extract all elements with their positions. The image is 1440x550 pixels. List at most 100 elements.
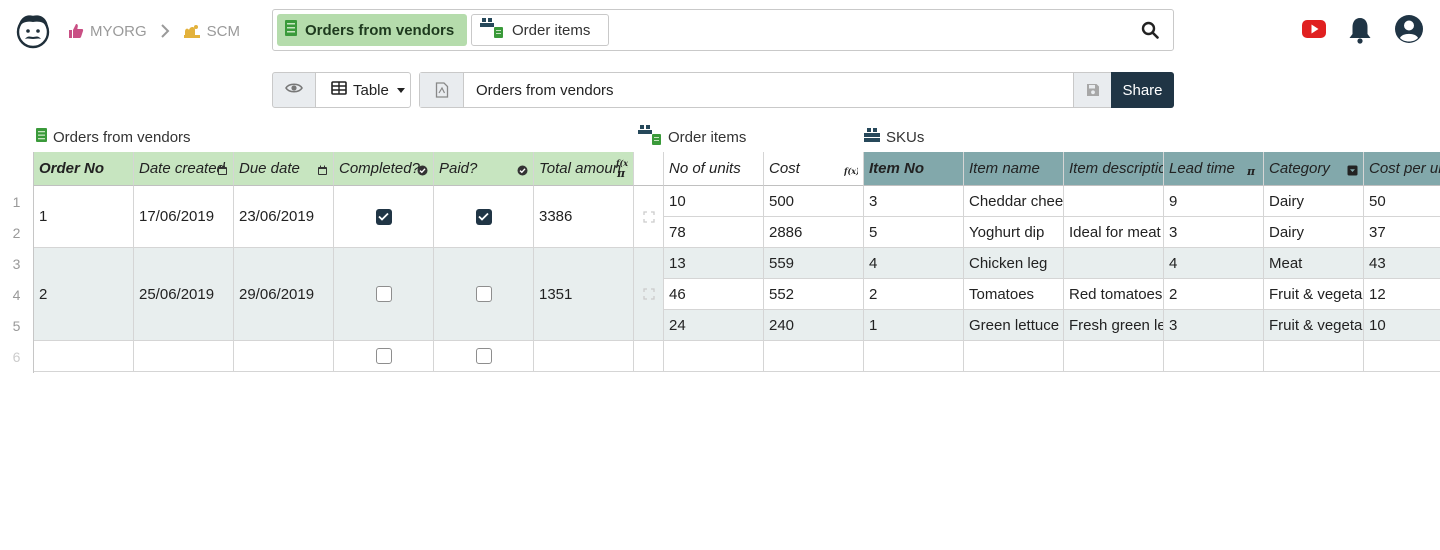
checkbox-unchecked[interactable] [375,348,392,364]
view-type-dropdown[interactable]: Table [315,72,411,108]
new-row-cell[interactable] [964,341,1064,372]
cell-cost-per-unit[interactable]: 10 [1364,310,1440,341]
cell-category[interactable]: Dairy [1264,186,1364,217]
cell-date-created[interactable]: 25/06/2019 [134,248,234,341]
cell-total-amount[interactable]: 1351 [534,248,634,341]
cell-cost-per-unit[interactable]: 12 [1364,279,1440,310]
new-row-cell[interactable] [334,341,434,372]
col-header-total-amount[interactable]: Total amoun f(x)π [534,152,634,186]
cell-item-no[interactable]: 1 [864,310,964,341]
grist-logo-icon[interactable] [14,12,52,50]
col-header-lead-time[interactable]: Lead time π [1164,152,1264,186]
youtube-icon[interactable] [1302,20,1326,38]
bell-icon[interactable] [1348,16,1372,44]
new-row-cell[interactable] [1364,341,1440,372]
checkbox-checked[interactable] [475,208,492,225]
cell-paid[interactable] [434,248,534,341]
new-row-cell[interactable] [664,341,764,372]
row-number[interactable]: 2 [0,225,33,241]
cell-item-name[interactable]: Yoghurt dip [964,217,1064,248]
cell-item-name[interactable]: Cheddar chee [964,186,1064,217]
new-row-cell[interactable] [1264,341,1364,372]
col-header-category[interactable]: Category [1264,152,1364,186]
view-name-input[interactable] [464,73,1073,107]
cell-category[interactable]: Fruit & vegeta [1264,310,1364,341]
cell-no-of-units[interactable]: 10 [664,186,764,217]
cell-lead-time[interactable]: 3 [1164,310,1264,341]
col-header-no-of-units[interactable]: No of units [664,152,764,186]
new-row-cell[interactable] [634,341,664,372]
expand-icon[interactable] [634,248,664,341]
cell-cost[interactable]: 500 [764,186,864,217]
cell-lead-time[interactable]: 4 [1164,248,1264,279]
col-header-paid[interactable]: Paid? [434,152,534,186]
cell-item-description[interactable] [1064,186,1164,217]
cell-paid[interactable] [434,186,534,248]
col-header-order-no[interactable]: Order No [34,152,134,186]
new-row-cell[interactable] [434,341,534,372]
new-row-cell[interactable] [764,341,864,372]
cell-item-name[interactable]: Green lettuce [964,310,1064,341]
cell-item-name[interactable]: Tomatoes [964,279,1064,310]
col-header-cost[interactable]: Cost f(x) [764,152,864,186]
col-header-item-name[interactable]: Item name [964,152,1064,186]
cell-completed[interactable] [334,248,434,341]
col-header-date-created[interactable]: Date created [134,152,234,186]
breadcrumb-doc[interactable]: SCM [207,23,240,40]
cell-item-description[interactable]: Fresh green le [1064,310,1164,341]
col-header-due-date[interactable]: Due date [234,152,334,186]
cell-item-name[interactable]: Chicken leg [964,248,1064,279]
row-number[interactable]: 3 [0,256,33,272]
tab-orders-from-vendors[interactable]: Orders from vendors [277,14,467,46]
user-icon[interactable] [1394,14,1424,44]
new-row-cell[interactable] [864,341,964,372]
cell-completed[interactable] [334,186,434,248]
cell-no-of-units[interactable]: 78 [664,217,764,248]
expand-icon[interactable] [634,186,664,248]
cell-cost-per-unit[interactable]: 43 [1364,248,1440,279]
new-row-cell[interactable] [234,341,334,372]
cell-category[interactable]: Fruit & vegeta [1264,279,1364,310]
cell-cost-per-unit[interactable]: 50 [1364,186,1440,217]
cell-lead-time[interactable]: 3 [1164,217,1264,248]
cell-item-description[interactable] [1064,248,1164,279]
new-row-cell[interactable] [534,341,634,372]
cell-category[interactable]: Dairy [1264,217,1364,248]
cell-total-amount[interactable]: 3386 [534,186,634,248]
cell-cost-per-unit[interactable]: 37 [1364,217,1440,248]
cell-item-description[interactable]: Ideal for meat [1064,217,1164,248]
cell-item-no[interactable]: 5 [864,217,964,248]
row-number[interactable]: 5 [0,318,33,334]
cell-item-no[interactable]: 4 [864,248,964,279]
cell-cost[interactable]: 552 [764,279,864,310]
checkbox-unchecked[interactable] [475,286,492,302]
col-header-cost-per-unit[interactable]: Cost per un [1364,152,1440,186]
toggle-visibility-button[interactable] [272,72,316,108]
checkbox-unchecked[interactable] [375,286,392,302]
cell-lead-time[interactable]: 2 [1164,279,1264,310]
cell-lead-time[interactable]: 9 [1164,186,1264,217]
cell-no-of-units[interactable]: 13 [664,248,764,279]
new-row-cell[interactable] [1164,341,1264,372]
new-row-cell[interactable] [34,341,134,372]
cell-due-date[interactable]: 29/06/2019 [234,248,334,341]
breadcrumb-org[interactable]: MYORG [90,23,147,40]
cell-cost[interactable]: 240 [764,310,864,341]
cell-item-no[interactable]: 2 [864,279,964,310]
cell-no-of-units[interactable]: 46 [664,279,764,310]
new-row-cell[interactable] [1064,341,1164,372]
cell-order-no[interactable]: 2 [34,248,134,341]
new-row-cell[interactable] [134,341,234,372]
save-icon[interactable] [1073,73,1111,107]
checkbox-unchecked[interactable] [475,348,492,364]
checkbox-checked[interactable] [375,208,392,225]
cell-category[interactable]: Meat [1264,248,1364,279]
cell-order-no[interactable]: 1 [34,186,134,248]
col-header-item-no[interactable]: Item No [864,152,964,186]
cell-due-date[interactable]: 23/06/2019 [234,186,334,248]
cell-item-no[interactable]: 3 [864,186,964,217]
row-number[interactable]: 4 [0,287,33,303]
cell-item-description[interactable]: Red tomatoes [1064,279,1164,310]
cell-date-created[interactable]: 17/06/2019 [134,186,234,248]
tab-order-items[interactable]: Order items [471,14,609,46]
